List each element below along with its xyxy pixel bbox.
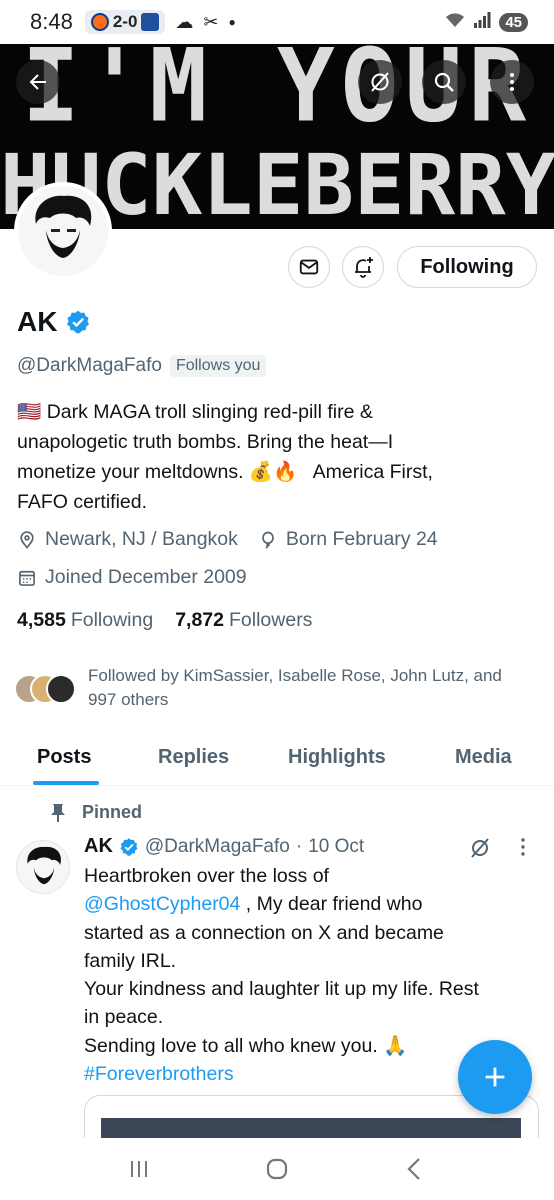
- profile-meta-row-2: Joined December 2009: [17, 566, 259, 589]
- profile-name-row: AK: [17, 306, 91, 338]
- battery-icon: 45: [499, 12, 528, 32]
- joined-text: Joined December 2009: [45, 566, 247, 588]
- following-button[interactable]: Following: [397, 246, 537, 288]
- notification-icons: ☁ ✂ ●: [175, 12, 235, 33]
- following-label: Following: [70, 609, 154, 631]
- banner-text-line-1: I'M YOUR: [21, 44, 533, 145]
- avatar-image: [17, 841, 69, 893]
- profile-handle-row: @DarkMagaFafo Follows you: [17, 355, 267, 377]
- system-icons: 45: [445, 11, 528, 33]
- tab-replies[interactable]: Replies: [158, 746, 229, 769]
- post-author-name[interactable]: AK: [84, 835, 113, 858]
- post-text-line: family IRL.: [84, 949, 177, 972]
- location-pin-icon: [20, 530, 34, 549]
- capcut-icon: ✂: [203, 11, 219, 32]
- search-icon: [434, 72, 454, 92]
- profile-bio: 🇺🇸 Dark MAGA troll slinging red-pill fir…: [17, 397, 527, 517]
- following-count-link[interactable]: 4,585 Following: [17, 609, 153, 632]
- profile-name: AK: [17, 306, 58, 337]
- team-logo-icon: [90, 13, 109, 31]
- profile-handle: @DarkMagaFafo: [17, 355, 162, 376]
- post-text-line: @GhostCypher04 , My dear friend who: [84, 890, 539, 918]
- post-separator: ·: [295, 835, 303, 857]
- mutual-followers-avatars: [14, 674, 78, 706]
- post-author-handle[interactable]: @DarkMagaFafo: [145, 836, 290, 858]
- mention-link[interactable]: @GhostCypher04: [84, 893, 240, 915]
- profile-avatar[interactable]: [14, 182, 112, 280]
- back-button[interactable]: [16, 60, 60, 104]
- bio-line: monetize your meltdowns. 💰🔥 America Firs…: [17, 461, 433, 483]
- home-icon[interactable]: [263, 1155, 291, 1183]
- plus-icon: [485, 1067, 505, 1087]
- follows-you-badge: Follows you: [169, 355, 267, 377]
- search-button[interactable]: [422, 60, 466, 104]
- notifications-button[interactable]: [342, 246, 384, 288]
- pinned-label-row: Pinned: [50, 802, 142, 823]
- profile-tabs: Posts Replies Highlights Media: [0, 736, 554, 786]
- active-tab-indicator: [33, 781, 99, 785]
- bio-line: 🇺🇸 Dark MAGA troll slinging red-pill fir…: [17, 401, 373, 423]
- post-text-line: started as a connection on X and became: [84, 921, 444, 944]
- recent-apps-icon[interactable]: [125, 1155, 153, 1183]
- post-text-line: Heartbroken over the loss of: [84, 865, 329, 887]
- tab-highlights[interactable]: Highlights: [288, 746, 386, 769]
- following-count: 4,585: [17, 609, 66, 631]
- birthday-item: Born February 24: [258, 528, 438, 551]
- profile-meta-row-1: Newark, NJ / Bangkok Born February 24: [17, 528, 450, 551]
- wifi-icon: [445, 12, 465, 33]
- signal-icon: [473, 11, 491, 33]
- compose-post-button[interactable]: [458, 1040, 532, 1114]
- pinned-label: Pinned: [82, 802, 143, 822]
- bell-plus-icon: [355, 257, 373, 278]
- more-vertical-icon: [521, 838, 525, 856]
- followed-by-section[interactable]: Followed by KimSassier, Isabelle Rose, J…: [14, 664, 528, 712]
- envelope-icon: [299, 259, 319, 275]
- calendar-icon: [19, 570, 35, 586]
- balloon-icon: [262, 531, 274, 549]
- post-text-span: , My dear friend who: [240, 893, 423, 916]
- post-text-line: Your kindness and laughter lit up my lif…: [84, 978, 479, 1001]
- avatar: [46, 674, 76, 704]
- tab-posts[interactable]: Posts: [37, 746, 91, 769]
- joined-item: Joined December 2009: [17, 566, 247, 589]
- back-icon[interactable]: [401, 1155, 429, 1183]
- followers-count: 7,872: [175, 609, 224, 631]
- android-navigation-bar: [0, 1138, 554, 1200]
- grok-icon: [371, 72, 389, 92]
- grok-icon: [471, 838, 489, 858]
- verified-badge-icon: [120, 837, 138, 856]
- post-date[interactable]: 10 Oct: [308, 836, 364, 858]
- followed-by-text: Followed by KimSassier, Isabelle Rose, J…: [88, 666, 502, 709]
- follow-counts: 4,585 Following 7,872 Followers: [17, 609, 312, 632]
- post-header: AK @DarkMagaFafo · 10 Oct: [84, 835, 364, 858]
- more-options-button[interactable]: [490, 60, 534, 104]
- post-grok-button[interactable]: [468, 836, 492, 865]
- followers-label: Followers: [229, 609, 313, 631]
- grok-button[interactable]: [358, 60, 402, 104]
- more-vertical-icon: [510, 73, 514, 91]
- avatar-image: [18, 186, 108, 276]
- cloud-icon: ☁: [175, 11, 194, 32]
- sports-score-notification: 2-0: [84, 10, 166, 34]
- post-author-avatar[interactable]: [16, 840, 70, 894]
- bio-line: FAFO certified.: [17, 491, 148, 513]
- pin-icon: [51, 803, 65, 822]
- team-logo-icon: [141, 13, 160, 31]
- bio-line: unapologetic truth bombs. Bring the heat…: [17, 431, 394, 453]
- message-button[interactable]: [288, 246, 330, 288]
- post-text-line: in peace.: [84, 1006, 164, 1029]
- score-text: 2-0: [112, 12, 138, 31]
- back-arrow-icon: [29, 74, 46, 90]
- dot-icon: ●: [228, 15, 236, 29]
- verified-badge-icon[interactable]: [65, 309, 91, 335]
- birthday-text: Born February 24: [285, 528, 438, 550]
- location-text: Newark, NJ / Bangkok: [45, 528, 238, 550]
- post-more-button[interactable]: [516, 835, 530, 865]
- followers-count-link[interactable]: 7,872 Followers: [175, 609, 312, 632]
- location-item: Newark, NJ / Bangkok: [17, 528, 238, 551]
- status-time: 8:48: [30, 9, 73, 34]
- status-bar: 8:48 2-0 ☁ ✂ ● 45: [0, 0, 554, 44]
- tab-media[interactable]: Media: [455, 746, 512, 769]
